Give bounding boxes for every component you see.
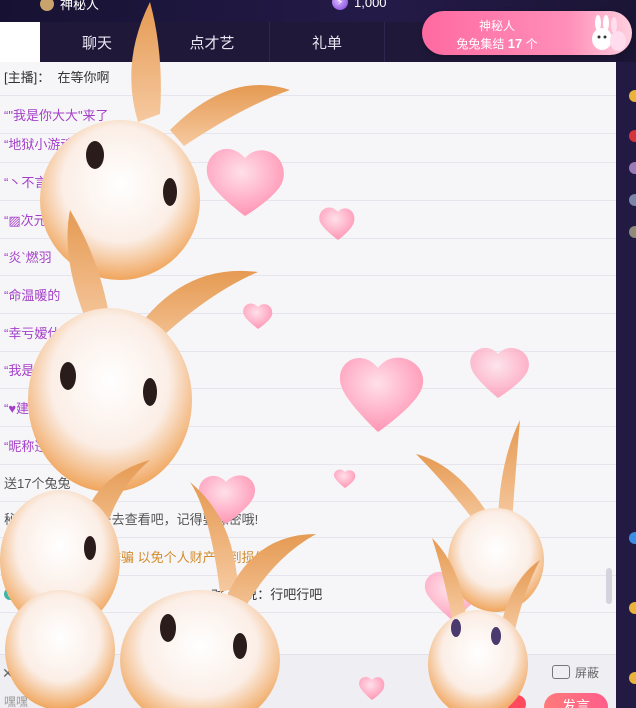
chat-message: “丶不言不语: [0, 163, 616, 201]
chat-message: “我是你大: [0, 351, 616, 389]
chat-scrollbar[interactable]: [606, 568, 612, 604]
send-button[interactable]: 发言: [544, 693, 608, 708]
tab-gift-list[interactable]: 礼单: [270, 22, 385, 62]
recipient-name: 我: [227, 587, 241, 602]
rocket-icon[interactable]: [504, 691, 530, 708]
chat-panel[interactable]: [主播]： 在等你啊 “"我是你大大"来了 “地狱小游魂 “丶不言不语 “▨次元…: [0, 62, 616, 654]
chat-message: “幸亏嫒仕: [0, 314, 616, 352]
coin-count: 1,000: [354, 0, 387, 10]
chat-message: “♥建行小: [0, 389, 616, 427]
chat-message: [主播]： 在等你啊: [0, 62, 616, 96]
banner-count: 17: [507, 36, 523, 51]
chat-message: “炎`燃羽: [0, 238, 616, 276]
rabbit-gather-banner[interactable]: 神秘人 兔兔集结 17 个: [422, 11, 632, 55]
user-avatar-icon: [629, 226, 636, 238]
tab-bar-spacer: [0, 22, 40, 62]
chat-warning-message: 请注意防范，谨防诈骗 以免个人财产受到损失。: [0, 538, 616, 576]
close-icon[interactable]: ✕: [2, 665, 14, 682]
tab-chat[interactable]: 聊天: [40, 22, 155, 62]
rocket-icon[interactable]: [478, 691, 504, 708]
badge-icon: [629, 602, 636, 614]
coin-balance[interactable]: ⚡ 1,000: [332, 0, 387, 10]
user-avatar-icon: [629, 162, 636, 174]
level-badge: 0: [4, 587, 16, 600]
chat-message: “昵称违规: [0, 427, 616, 465]
tab-talent[interactable]: 点才艺: [155, 22, 270, 62]
username: 神秘人: [60, 0, 100, 12]
chat-reply-message: 0 刘百万 对 我 说：行吧行吧: [0, 575, 616, 613]
rank-icon: [629, 90, 636, 102]
banner-title: 神秘人: [478, 19, 515, 33]
coin-icon: ⚡: [332, 0, 348, 10]
chat-message: “命温暖的: [0, 276, 616, 314]
sender-name: 刘百万: [22, 587, 62, 602]
whisper-label: 悄悄: [42, 667, 67, 681]
chat-message: “地狱小游魂: [0, 125, 616, 163]
banner-line: 兔兔集结 17 个: [456, 36, 538, 51]
block-icon[interactable]: [552, 665, 570, 679]
chat-input-bar: ✕ 悄悄 屏蔽 嘿嘿 发言: [0, 654, 616, 708]
right-side-strip: [616, 62, 636, 708]
chat-input[interactable]: 嘿嘿: [4, 693, 28, 708]
badge-icon: [629, 532, 636, 544]
chat-message: “▨次元奔十: [0, 201, 616, 239]
whisper-checkbox[interactable]: [26, 667, 38, 679]
user-info[interactable]: 神秘人: [40, 0, 99, 13]
rabbit-icon: [592, 15, 626, 51]
chat-gift-message: 送17个兔兔: [0, 464, 616, 502]
block-label[interactable]: 屏蔽: [575, 664, 599, 681]
user-avatar-icon: [629, 194, 636, 206]
badge-icon: [629, 672, 636, 684]
chat-system-message: 秘人到底是谁 快进去查看吧，记得要保密哦!: [0, 500, 616, 538]
rank-icon: [629, 130, 636, 142]
user-avatar: [40, 0, 54, 11]
